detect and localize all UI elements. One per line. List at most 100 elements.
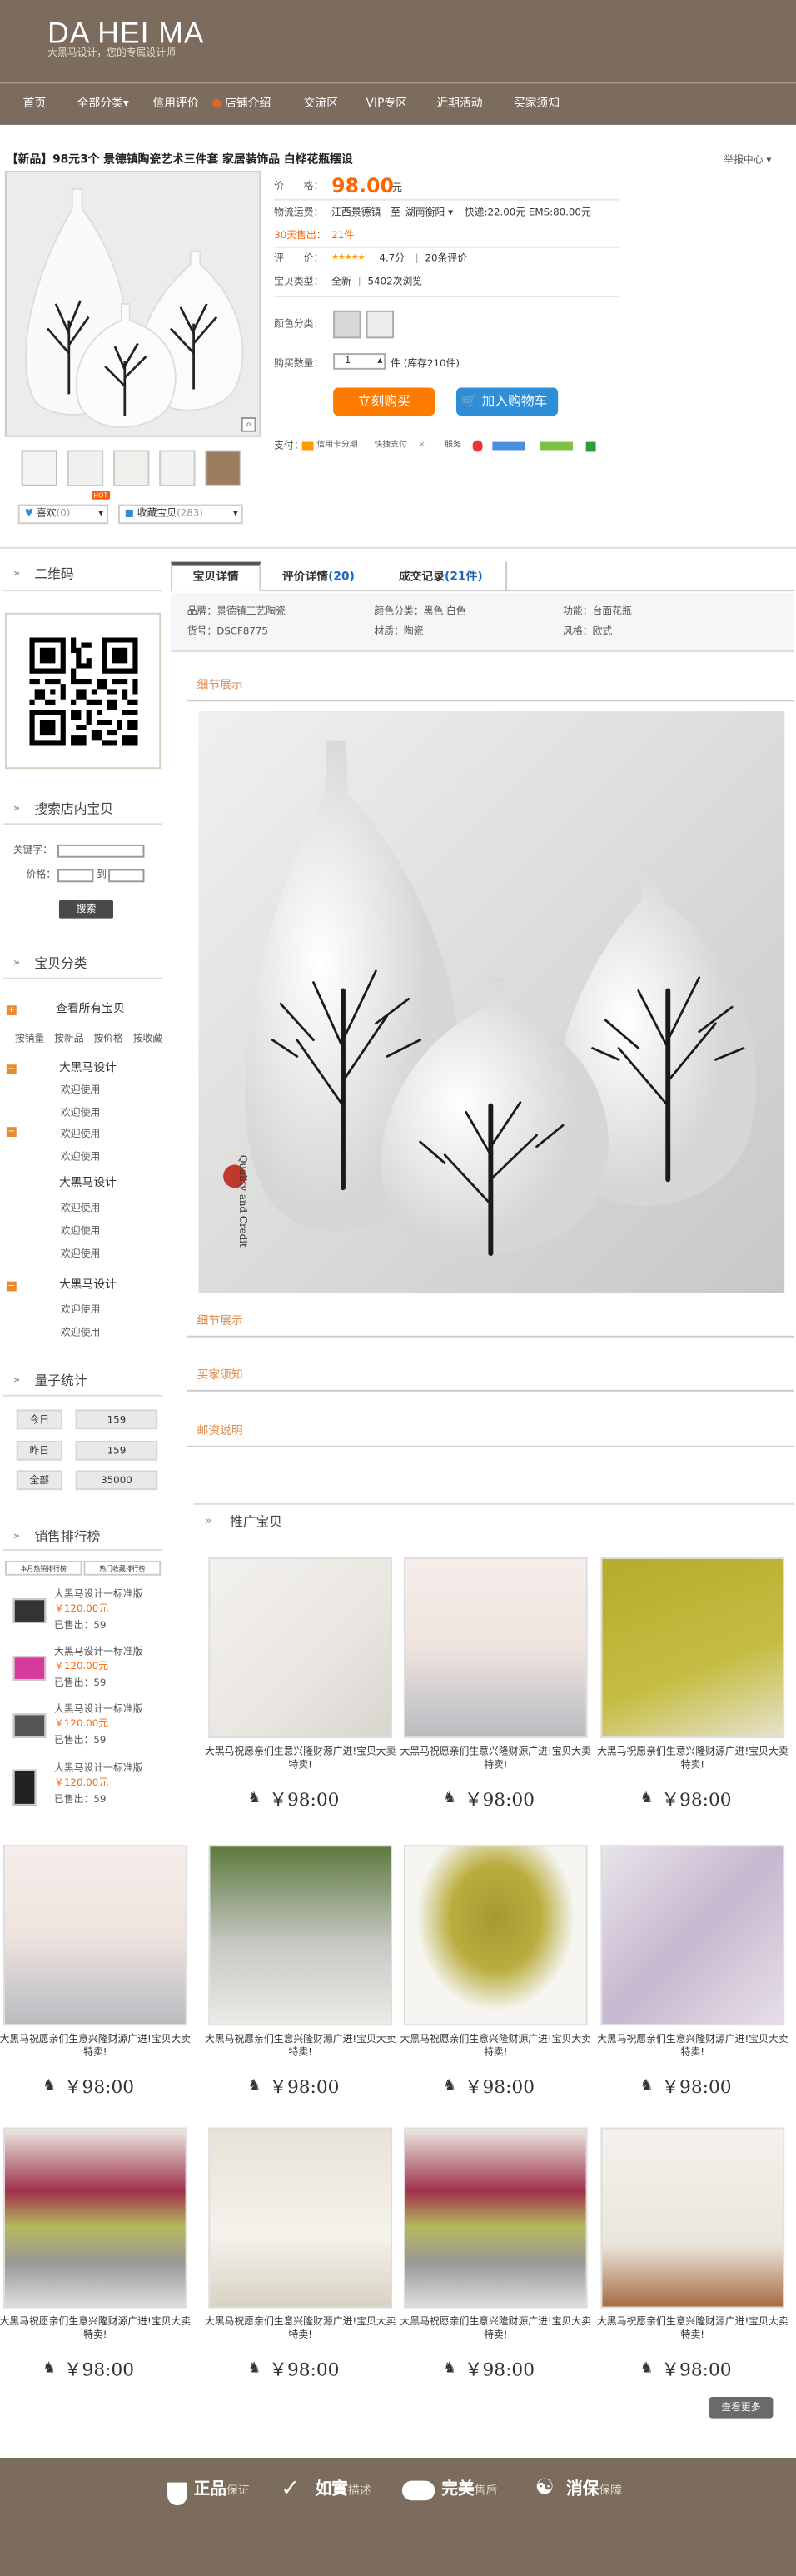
product-desc[interactable]: 大黑马祝愿亲们生意兴隆财源广进!宝贝大卖特卖! — [0, 2034, 194, 2061]
view-more-button[interactable]: 查看更多 — [709, 2396, 774, 2419]
keyword-input[interactable] — [57, 844, 145, 858]
category-group[interactable]: 大黑马设计 — [59, 1176, 117, 1190]
nav-community[interactable]: 交流区 — [304, 97, 338, 111]
category-item[interactable]: 欢迎使用 — [61, 1203, 100, 1215]
product-image-pencil-cups[interactable] — [403, 1557, 588, 1738]
collapse-icon[interactable]: − — [6, 1281, 17, 1292]
category-item[interactable]: 欢迎使用 — [61, 1108, 100, 1120]
color-option-black[interactable] — [333, 310, 361, 339]
close-icon[interactable]: × — [419, 441, 425, 451]
collapse-icon[interactable]: − — [6, 1127, 17, 1138]
product-card[interactable]: 大黑马祝愿亲们生意兴隆财源广进!宝贝大卖特卖! ♞ ￥98:00 — [400, 1845, 591, 2115]
product-desc[interactable]: 大黑马祝愿亲们生意兴隆财源广进!宝贝大卖特卖! — [397, 2034, 595, 2061]
nav-vip[interactable]: VIP专区 — [366, 97, 407, 111]
pay-option-installment[interactable]: 信用卡分期 — [316, 441, 357, 451]
product-image-green-towel[interactable] — [600, 1557, 785, 1738]
thumbnail-2[interactable] — [67, 450, 104, 486]
color-option-white[interactable] — [366, 310, 395, 339]
rating-count-link[interactable]: 20条评价 — [425, 253, 468, 266]
product-desc[interactable]: 大黑马祝愿亲们生意兴隆财源广进!宝贝大卖特卖! — [397, 1746, 595, 1774]
product-image-pencil-cups[interactable] — [2, 1845, 187, 2026]
product-image-card-note[interactable] — [208, 1557, 393, 1738]
product-card[interactable]: 大黑马祝愿亲们生意兴隆财源广进!宝贝大卖特卖! ♞ ￥98:00 — [0, 2127, 191, 2398]
product-desc[interactable]: 大黑马祝愿亲们生意兴隆财源广进!宝贝大卖特卖! — [201, 2034, 399, 2061]
pay-option-quick[interactable]: 快捷支付 — [374, 441, 406, 451]
like-button[interactable]: ♥ 喜欢(0) ▾ — [17, 504, 109, 525]
qty-input[interactable]: 1 ▴ — [333, 353, 386, 370]
product-image-cutlery-basket[interactable] — [208, 1845, 393, 2026]
all-items-link[interactable]: 查看所有宝贝 — [56, 1002, 125, 1016]
buy-now-button[interactable]: 立刻购买 — [333, 387, 435, 416]
footer-genuine: 正品保证 — [193, 2480, 250, 2499]
category-item[interactable]: 欢迎使用 — [61, 1248, 100, 1261]
product-desc[interactable]: 大黑马祝愿亲们生意兴隆财源广进!宝贝大卖特卖! — [397, 2316, 595, 2344]
logo[interactable]: DA HEI MA — [47, 15, 204, 52]
qr-code-icon[interactable] — [29, 637, 138, 746]
category-group[interactable]: 大黑马设计 — [59, 1278, 117, 1293]
expand-icon[interactable]: + — [6, 1005, 17, 1016]
category-item[interactable]: 欢迎使用 — [61, 1084, 100, 1097]
nav-credit[interactable]: 信用评价 — [152, 97, 198, 111]
product-card[interactable]: 大黑马祝愿亲们生意兴隆财源广进!宝贝大卖特卖! ♞ ￥98:00 — [597, 2127, 789, 2398]
credit-card-icon — [301, 441, 314, 451]
product-card[interactable]: 大黑马祝愿亲们生意兴隆财源广进!宝贝大卖特卖! ♞ ￥98:00 — [205, 1557, 396, 1828]
product-desc[interactable]: 大黑马祝愿亲们生意兴隆财源广进!宝贝大卖特卖! — [201, 2316, 399, 2344]
footer-protection: 消保保障 — [566, 2480, 623, 2499]
nav-home[interactable]: 首页 — [23, 97, 47, 111]
product-image-flower-vase[interactable] — [600, 2127, 785, 2309]
zoom-icon[interactable]: ⌕ — [241, 417, 256, 432]
thumbnail-4[interactable] — [159, 450, 196, 486]
product-image-yellow-pillow[interactable] — [403, 1845, 588, 2026]
product-image-cushion-stack[interactable] — [2, 2127, 187, 2309]
product-image-washi-tapes[interactable] — [600, 1845, 785, 2026]
dropdown-icon[interactable]: ▾ — [448, 207, 453, 220]
product-desc[interactable]: 大黑马祝愿亲们生意兴隆财源广进!宝贝大卖特卖! — [201, 1746, 399, 1774]
product-desc[interactable]: 大黑马祝愿亲们生意兴隆财源广进!宝贝大卖特卖! — [595, 1746, 792, 1774]
product-card[interactable]: 大黑马祝愿亲们生意兴隆财源广进!宝贝大卖特卖! ♞ ￥98:00 — [597, 1557, 789, 1828]
nav-buyer-notice[interactable]: 买家须知 — [514, 97, 560, 111]
product-card[interactable]: 大黑马祝愿亲们生意兴隆财源广进!宝贝大卖特卖! ♞ ￥98:00 — [400, 1557, 591, 1828]
product-card[interactable]: 大黑马祝愿亲们生意兴隆财源广进!宝贝大卖特卖! ♞ ￥98:00 — [0, 1845, 191, 2115]
product-price: ￥98:00 — [661, 1789, 732, 1811]
ship-to-sep: 至 — [391, 207, 400, 219]
category-item[interactable]: 欢迎使用 — [61, 1129, 100, 1141]
sort-by-collect[interactable]: 按收藏 — [133, 1034, 163, 1046]
product-card[interactable]: 大黑马祝愿亲们生意兴隆财源广进!宝贝大卖特卖! ♞ ￥98:00 — [205, 1845, 396, 2115]
nav-all-categories[interactable]: 全部分类▾ — [77, 97, 129, 111]
thumbnail-3[interactable] — [113, 450, 150, 486]
product-desc[interactable]: 大黑马祝愿亲们生意兴隆财源广进!宝贝大卖特卖! — [595, 2034, 792, 2061]
product-image-cushion-stack[interactable] — [403, 2127, 588, 2309]
collect-button[interactable]: ■ 收藏宝贝(283) ▾ — [117, 504, 243, 525]
price-max-input[interactable] — [108, 869, 145, 883]
nav-events[interactable]: 近期活动 — [436, 97, 482, 111]
category-item[interactable]: 欢迎使用 — [61, 1152, 100, 1164]
tab-reviews[interactable]: 评价详情(20) — [261, 562, 376, 592]
sold-label: 30天售出： — [274, 230, 326, 242]
sort-by-price[interactable]: 按价格 — [93, 1034, 123, 1046]
price-min-input[interactable] — [57, 869, 94, 883]
product-desc[interactable]: 大黑马祝愿亲们生意兴隆财源广进!宝贝大卖特卖! — [0, 2316, 194, 2344]
category-item[interactable]: 欢迎使用 — [61, 1328, 100, 1340]
product-image-white-bed[interactable] — [208, 2127, 393, 2309]
category-item[interactable]: 欢迎使用 — [61, 1226, 100, 1238]
sort-by-sales[interactable]: 按销量 — [15, 1034, 45, 1046]
category-group[interactable]: 大黑马设计 — [59, 1061, 117, 1075]
product-card[interactable]: 大黑马祝愿亲们生意兴隆财源广进!宝贝大卖特卖! ♞ ￥98:00 — [597, 1845, 789, 2115]
report-link[interactable]: 举报中心 ▾ — [724, 154, 771, 167]
service-badge-icon — [585, 441, 596, 452]
thumbnail-5[interactable] — [205, 450, 241, 486]
product-card[interactable]: 大黑马祝愿亲们生意兴隆财源广进!宝贝大卖特卖! ♞ ￥98:00 — [205, 2127, 396, 2398]
add-to-cart-button[interactable]: 🛒 加入购物车 — [455, 387, 559, 416]
product-card[interactable]: 大黑马祝愿亲们生意兴隆财源广进!宝贝大卖特卖! ♞ ￥98:00 — [400, 2127, 591, 2398]
tab-item-detail[interactable]: 宝贝详情 — [170, 561, 261, 592]
category-item[interactable]: 欢迎使用 — [61, 1304, 100, 1317]
main-product-image[interactable]: ⌕ — [4, 171, 261, 437]
nav-store-intro[interactable]: 店铺介绍 — [225, 97, 271, 111]
thumbnail-1[interactable] — [21, 450, 57, 486]
tab-transactions[interactable]: 成交记录(21件) — [376, 561, 508, 592]
sort-by-new[interactable]: 按新品 — [54, 1034, 84, 1046]
ship-to-select[interactable]: 湖南衡阳 — [405, 207, 445, 220]
collapse-icon[interactable]: − — [6, 1064, 17, 1075]
product-desc[interactable]: 大黑马祝愿亲们生意兴隆财源广进!宝贝大卖特卖! — [595, 2316, 792, 2344]
search-button[interactable]: 搜索 — [58, 899, 114, 919]
